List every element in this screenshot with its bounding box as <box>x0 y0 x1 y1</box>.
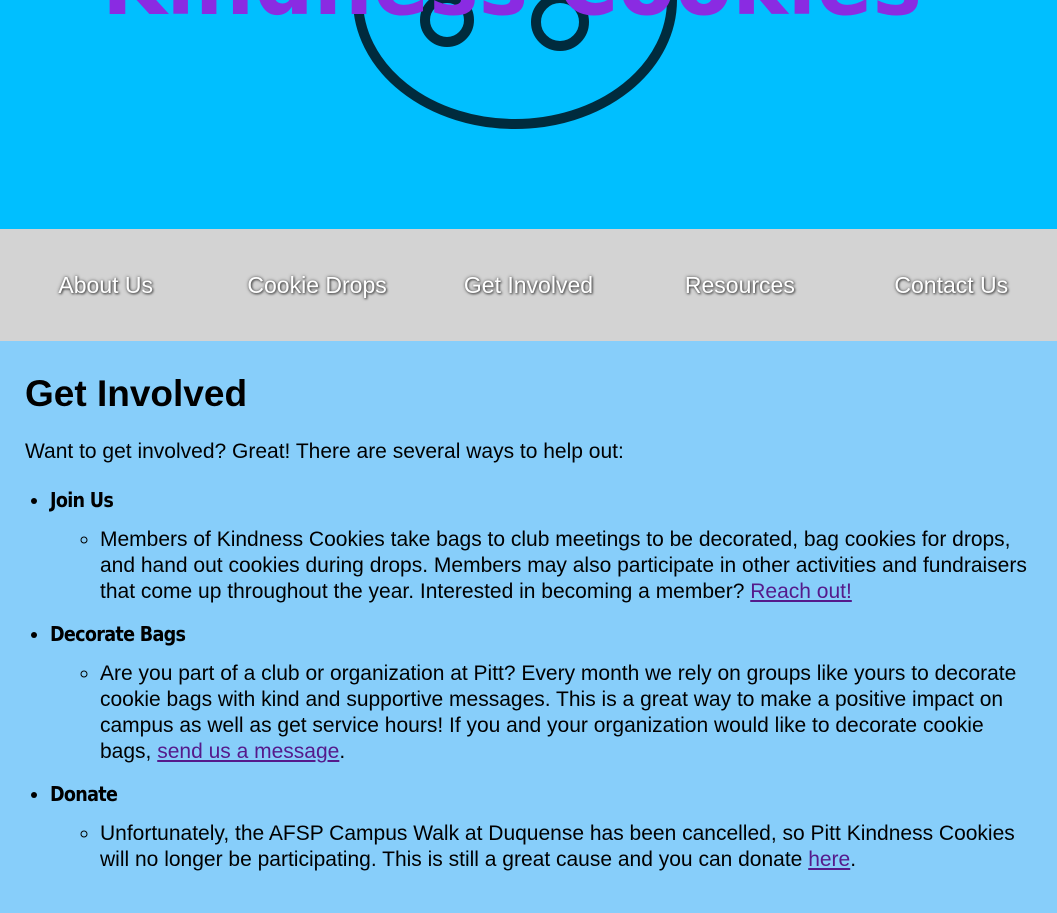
section-trailing: . <box>850 848 857 871</box>
section-body: Unfortunately, the AFSP Campus Walk at D… <box>100 822 1015 871</box>
nav-contact-us[interactable]: Contact Us <box>846 272 1057 299</box>
nav-about-us[interactable]: About Us <box>0 272 211 299</box>
header-banner: Kindness Cookies <box>0 0 1057 229</box>
section-heading-donate: Donate <box>50 782 118 806</box>
list-item-decorate-bags: Decorate Bags Are you part of a club or … <box>50 621 1032 765</box>
main-nav: About Us Cookie Drops Get Involved Resou… <box>0 229 1057 341</box>
ways-to-help-list: Join Us Members of Kindness Cookies take… <box>25 487 1032 873</box>
nav-get-involved[interactable]: Get Involved <box>423 272 634 299</box>
section-heading-decorate-bags: Decorate Bags <box>50 622 186 646</box>
logo-text: Kindness Cookies <box>102 0 922 36</box>
section-heading-join-us: Join Us <box>50 488 114 512</box>
sub-list: Unfortunately, the AFSP Campus Walk at D… <box>50 821 1032 873</box>
donate-here-link[interactable]: here <box>808 848 850 871</box>
list-item-join-us: Join Us Members of Kindness Cookies take… <box>50 487 1032 605</box>
nav-cookie-drops[interactable]: Cookie Drops <box>211 272 422 299</box>
section-text-join-us: Members of Kindness Cookies take bags to… <box>100 527 1032 605</box>
reach-out-link[interactable]: Reach out! <box>750 580 852 603</box>
send-message-link[interactable]: send us a message <box>157 740 339 763</box>
page-title: Get Involved <box>25 373 248 414</box>
section-text-decorate-bags: Are you part of a club or organization a… <box>100 661 1032 765</box>
sub-list: Members of Kindness Cookies take bags to… <box>50 527 1032 605</box>
section-body: Members of Kindness Cookies take bags to… <box>100 528 1027 603</box>
section-trailing: . <box>339 740 346 763</box>
nav-resources[interactable]: Resources <box>634 272 845 299</box>
sub-list: Are you part of a club or organization a… <box>50 661 1032 765</box>
intro-text: Want to get involved? Great! There are s… <box>25 440 624 463</box>
main-content: Get Involved Want to get involved? Great… <box>0 341 1057 873</box>
section-text-donate: Unfortunately, the AFSP Campus Walk at D… <box>100 821 1032 873</box>
logo: Kindness Cookies <box>102 0 922 129</box>
list-item-donate: Donate Unfortunately, the AFSP Campus Wa… <box>50 781 1032 873</box>
